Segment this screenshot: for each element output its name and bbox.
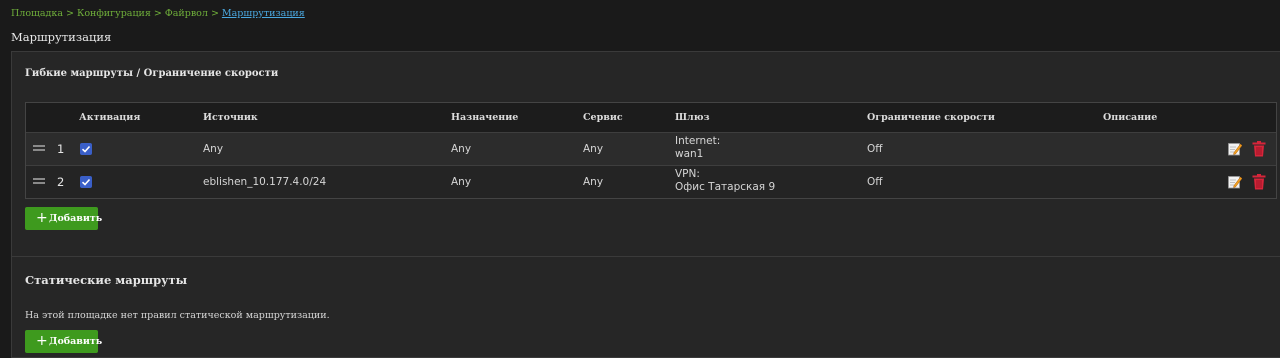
breadcrumb-item-firewall[interactable]: Файрвол xyxy=(165,8,208,19)
col-source: Источник xyxy=(203,112,258,123)
gateway-name: Офис Татарская 9 xyxy=(675,181,776,193)
table-header: Активация Источник Назначение Сервис Шлю… xyxy=(26,103,1276,133)
activation-checkbox[interactable] xyxy=(80,176,92,188)
trash-icon[interactable] xyxy=(1252,141,1266,157)
flexible-routes-panel: Гибкие маршруты / Ограничение скорости А… xyxy=(11,51,1280,258)
col-activation: Активация xyxy=(79,112,141,123)
service-cell: Any xyxy=(583,176,604,188)
table-row[interactable]: 2 eblishen_10.177.4.0/24 Any Any VPN: Оф… xyxy=(26,166,1276,198)
breadcrumb-item-configuration[interactable]: Конфигурация xyxy=(77,8,151,19)
speed-limit-cell: Off xyxy=(867,143,883,155)
drag-handle-icon[interactable] xyxy=(33,178,45,184)
add-flexible-route-button[interactable]: + Добавить xyxy=(25,207,102,230)
breadcrumb-item-routing[interactable]: Маршрутизация xyxy=(222,8,305,19)
add-button-label: Добавить xyxy=(49,213,103,224)
destination-cell: Any xyxy=(451,176,472,188)
static-routes-title: Статические маршруты xyxy=(25,273,188,287)
destination-cell: Any xyxy=(451,143,472,155)
plus-icon: + xyxy=(36,333,48,349)
flexible-routes-title: Гибкие маршруты / Ограничение скорости xyxy=(25,68,279,79)
add-static-route-button[interactable]: + Добавить xyxy=(25,330,102,353)
gateway-type: Internet: xyxy=(675,135,721,147)
source-cell: Any xyxy=(203,143,224,155)
speed-limit-cell: Off xyxy=(867,176,883,188)
row-number: 1 xyxy=(57,142,65,156)
col-speed-limit: Ограничение скорости xyxy=(867,112,995,123)
flexible-routes-table: Активация Источник Назначение Сервис Шлю… xyxy=(25,102,1277,199)
edit-icon[interactable] xyxy=(1228,142,1243,156)
col-destination: Назначение xyxy=(451,112,519,123)
col-gateway: Шлюз xyxy=(675,112,710,123)
add-button-label: Добавить xyxy=(49,336,103,347)
static-routes-empty-message: На этой площадке нет правил статической … xyxy=(25,310,330,321)
breadcrumb-item-site[interactable]: Площадка xyxy=(11,8,63,19)
service-cell: Any xyxy=(583,143,604,155)
edit-icon[interactable] xyxy=(1228,175,1243,189)
activation-checkbox[interactable] xyxy=(80,143,92,155)
breadcrumb-separator: > xyxy=(153,8,162,19)
breadcrumb-separator: > xyxy=(210,8,219,19)
drag-handle-icon[interactable] xyxy=(33,145,45,151)
gateway-cell: Internet: wan1 xyxy=(675,135,720,161)
source-cell: eblishen_10.177.4.0/24 xyxy=(203,176,327,188)
breadcrumb: Площадка > Конфигурация > Файрвол > Маршрутиза… xyxy=(11,8,305,19)
gateway-type: VPN: xyxy=(675,168,700,180)
trash-icon[interactable] xyxy=(1252,174,1266,190)
breadcrumb-separator: > xyxy=(66,8,74,19)
table-row[interactable]: 1 Any Any Any Internet: wan1 Off xyxy=(26,133,1276,166)
col-description: Описание xyxy=(1103,112,1158,123)
page-title: Маршрутизация xyxy=(11,30,112,44)
static-routes-panel: Статические маршруты На этой площадке не… xyxy=(11,256,1280,358)
gateway-name: wan1 xyxy=(675,148,704,160)
gateway-cell: VPN: Офис Татарская 9 xyxy=(675,168,775,194)
plus-icon: + xyxy=(36,210,48,226)
row-number: 2 xyxy=(57,175,65,189)
col-service: Сервис xyxy=(583,112,623,123)
